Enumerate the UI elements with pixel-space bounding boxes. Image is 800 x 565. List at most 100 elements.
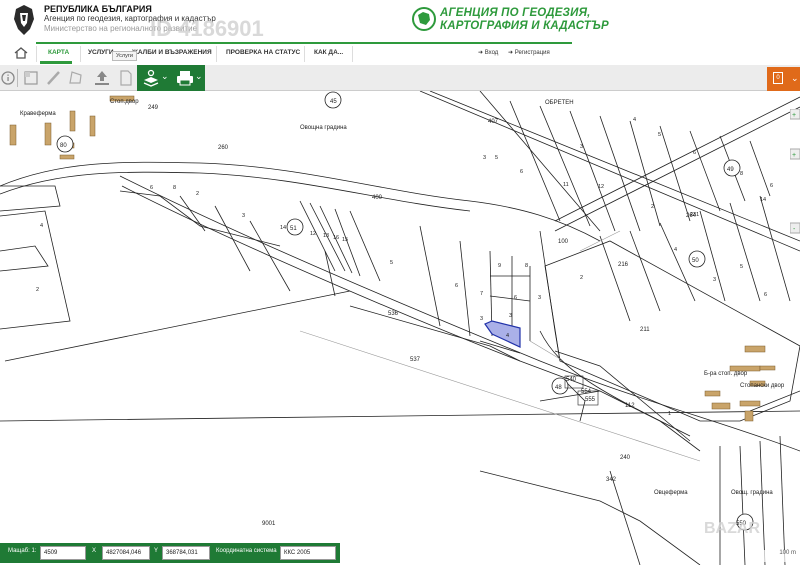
ruler-icon[interactable]	[44, 68, 64, 88]
svg-text:14: 14	[280, 225, 286, 231]
crs-select[interactable]: ККС 2005	[280, 546, 336, 560]
svg-text:49: 49	[727, 167, 734, 173]
svg-text:249: 249	[148, 105, 159, 111]
svg-text:12: 12	[598, 184, 604, 190]
cadastral-map[interactable]: ОБРЕТЕН Овощна градина 249 260 400 536 537…	[0, 91, 800, 565]
svg-text:51: 51	[290, 226, 297, 232]
svg-text:6: 6	[770, 183, 773, 189]
zoom-controls[interactable]: + + -	[789, 108, 800, 469]
svg-text:4: 4	[506, 333, 509, 339]
register-link[interactable]: ➜ Регистрация	[508, 42, 550, 64]
svg-text:Овцеферма: Овцеферма	[654, 490, 688, 496]
map-side-controls: + + -	[789, 108, 800, 469]
svg-text:537: 537	[410, 357, 421, 363]
svg-text:Овощ. градина: Овощ. градина	[731, 490, 773, 496]
svg-text:6: 6	[693, 150, 696, 156]
login-label: Вход	[484, 50, 499, 56]
agency-name-line-1: АГЕНЦИЯ ПО ГЕОДЕЗИЯ,	[440, 7, 591, 19]
svg-text:4: 4	[674, 247, 677, 253]
svg-text:3: 3	[483, 155, 486, 161]
svg-text:+: +	[792, 112, 796, 119]
svg-text:14: 14	[760, 197, 766, 203]
svg-text:15: 15	[342, 237, 348, 243]
y-label: Y	[154, 548, 159, 554]
map-statusbar: Мащаб: 1: 4509 X 4827084,046 Y 368784,03…	[0, 543, 340, 563]
polygon-icon[interactable]	[66, 68, 86, 88]
bulgaria-coat-of-arms-icon	[14, 5, 34, 35]
tab-services[interactable]: УСЛУГИ	[88, 42, 114, 64]
scale-input[interactable]: 4509	[40, 546, 86, 560]
layer-print-group: ⌄ ⌄	[137, 65, 205, 91]
svg-text:5: 5	[495, 155, 498, 161]
login-link[interactable]: ➜ Вход	[478, 42, 498, 64]
chevron-down-icon[interactable]: ⌄	[789, 67, 800, 91]
svg-text:342: 342	[606, 477, 617, 483]
svg-text:3: 3	[538, 295, 541, 301]
measure-area-icon[interactable]	[22, 68, 42, 88]
svg-text:3: 3	[713, 277, 716, 283]
svg-text:6: 6	[520, 169, 523, 175]
selected-parcel[interactable]	[484, 320, 521, 348]
svg-text:1: 1	[668, 411, 671, 417]
svg-text:5: 5	[740, 264, 743, 270]
layers-toggle-icon[interactable]	[141, 68, 161, 88]
svg-text:554: 554	[581, 389, 592, 395]
svg-text:13: 13	[323, 233, 329, 239]
svg-text:231: 231	[690, 212, 699, 218]
svg-text:6: 6	[150, 185, 153, 191]
svg-text:100: 100	[558, 239, 569, 245]
home-icon[interactable]	[14, 47, 28, 59]
active-tab-indicator	[40, 61, 72, 64]
chevron-down-icon[interactable]: ⌄	[161, 71, 169, 82]
tab-complaints[interactable]: ЖАЛБИ И ВЪЗРАЖЕНИЯ	[132, 42, 212, 64]
svg-text:7: 7	[480, 291, 483, 297]
svg-text:240: 240	[620, 455, 631, 461]
toolbar-separator	[17, 69, 18, 87]
tab-how-to[interactable]: КАК ДА...	[314, 42, 343, 64]
x-coordinate-field: 4827084,046	[102, 546, 150, 560]
tab-status-check[interactable]: ПРОВЕРКА НА СТАТУС	[226, 42, 300, 64]
svg-text:3: 3	[580, 144, 583, 150]
corner-watermark: BAZAR	[704, 520, 760, 537]
cadastre-app: РЕПУБЛИКА БЪЛГАРИЯ Агенция по геодезия, …	[0, 0, 800, 565]
nav-separator	[216, 46, 217, 62]
svg-text:16: 16	[333, 235, 339, 241]
svg-text:540: 540	[566, 377, 577, 383]
chevron-down-icon[interactable]: ⌄	[195, 71, 203, 82]
svg-text:6: 6	[514, 295, 517, 301]
services-tooltip: Услуги	[112, 51, 137, 61]
agency-name: АГЕНЦИЯ ПО ГЕОДЕЗИЯ, КАРТОГРАФИЯ И КАДАС…	[440, 7, 609, 33]
svg-text:45: 45	[330, 99, 337, 105]
nav-separator	[352, 46, 353, 62]
quarter-markers	[56, 91, 754, 531]
agency-logo-icon	[412, 7, 436, 31]
document-icon[interactable]	[116, 68, 136, 88]
print-icon[interactable]	[175, 68, 195, 88]
svg-text:112: 112	[625, 403, 635, 409]
svg-text:407: 407	[488, 119, 499, 125]
cadastral-map-canvas[interactable]: ОБРЕТЕН Овощна градина 249260 400536 537…	[0, 91, 800, 565]
svg-text:9001: 9001	[262, 521, 276, 527]
svg-text:ОБРЕТЕН: ОБРЕТЕН	[545, 100, 574, 106]
svg-text:555: 555	[585, 397, 596, 403]
svg-text:211: 211	[640, 327, 650, 333]
x-label: X	[92, 548, 97, 554]
svg-text:2: 2	[580, 275, 583, 281]
y-coordinate-field: 368784,031	[162, 546, 210, 560]
layers-panel-button[interactable]: 0	[767, 67, 789, 91]
svg-text:2: 2	[196, 191, 199, 197]
arrow-icon: ➜	[508, 50, 515, 56]
crs-label: Координатна система	[216, 548, 277, 554]
svg-text:Овощна градина: Овощна градина	[300, 125, 347, 131]
svg-text:5: 5	[390, 260, 393, 266]
scale-bar: 100 m	[760, 550, 800, 562]
svg-text:6: 6	[455, 283, 458, 289]
upload-icon[interactable]	[92, 68, 112, 88]
svg-text:216: 216	[618, 262, 629, 268]
svg-text:536: 536	[388, 311, 399, 317]
svg-text:4: 4	[40, 223, 43, 229]
svg-text:2: 2	[651, 204, 654, 210]
svg-text:5: 5	[658, 132, 661, 138]
svg-text:260: 260	[218, 145, 229, 151]
svg-text:Стопански двор: Стопански двор	[740, 383, 785, 389]
